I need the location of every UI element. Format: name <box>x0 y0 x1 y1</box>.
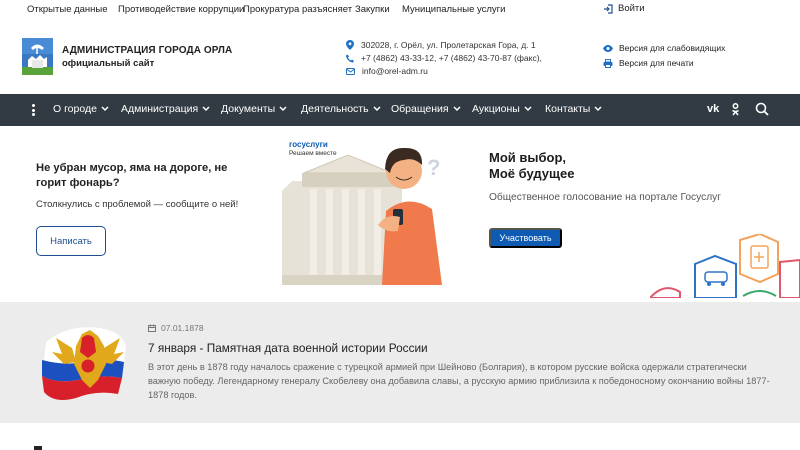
nav-item-documents[interactable]: Документы <box>221 103 287 115</box>
news-date-text: 07.01.1878 <box>161 323 204 333</box>
envelope-icon <box>346 67 355 75</box>
nav-label: О городе <box>53 103 97 115</box>
accessibility-link[interactable]: Версия для слабовидящих <box>603 43 725 53</box>
email-text[interactable]: info@orel-adm.ru <box>362 66 428 76</box>
nav-item-auctions[interactable]: Аукционы <box>472 103 532 115</box>
address-row: 302028, г. Орёл, ул. Пролетарская Гора, … <box>346 40 536 50</box>
nav-item-appeals[interactable]: Обращения <box>391 103 461 115</box>
city-coat-of-arms-logo[interactable] <box>22 38 53 75</box>
odnoklassniki-icon[interactable] <box>731 103 740 116</box>
link-purchases[interactable]: Закупки <box>355 4 390 15</box>
gosuslugi-illustration[interactable]: ? госуслуги Решаем вместе <box>282 133 454 285</box>
news-excerpt: В этот день в 1878 году началось сражени… <box>148 362 770 400</box>
nav-item-about-city[interactable]: О городе <box>53 103 109 115</box>
chevron-down-icon <box>373 106 381 112</box>
chevron-down-icon <box>279 106 287 112</box>
phone-icon <box>346 54 354 62</box>
accessibility-label: Версия для слабовидящих <box>619 43 726 53</box>
chevron-down-icon <box>101 106 109 112</box>
search-icon[interactable] <box>755 102 769 116</box>
print-label: Версия для печати <box>619 58 694 68</box>
chevron-down-icon <box>594 106 602 112</box>
vote-description: Общественное голосование на портале Госу… <box>489 192 721 203</box>
site-subtitle: официальный сайт <box>62 58 155 69</box>
promo-heading: Не убран мусор, яма на дороге, не горит … <box>36 162 228 189</box>
russian-coat-of-arms-image[interactable] <box>38 322 128 404</box>
promo-text: Столкнулись с проблемой — сообщите о ней… <box>36 199 239 210</box>
map-pin-icon <box>346 40 354 50</box>
nav-label: Документы <box>221 103 276 115</box>
phone-row: +7 (4862) 43-33-12, +7 (4862) 43-70-87 (… <box>346 53 542 63</box>
nav-label: Обращения <box>391 103 449 115</box>
vote-heading: Мой выбор, Моё будущее <box>489 150 574 182</box>
eye-icon <box>603 44 613 52</box>
email-row: info@orel-adm.ru <box>346 66 428 76</box>
chevron-down-icon <box>202 106 210 112</box>
gosuslugi-slogan: Решаем вместе <box>289 150 337 157</box>
top-utility-bar: Открытые данные Противодействие коррупци… <box>0 0 800 20</box>
print-link[interactable]: Версия для печати <box>603 58 694 68</box>
write-button[interactable]: Написать <box>36 226 106 256</box>
address-text: 302028, г. Орёл, ул. Пролетарская Гора, … <box>361 40 536 50</box>
login-link[interactable]: Войти <box>603 3 645 14</box>
nav-label: Аукционы <box>472 103 520 115</box>
gosuslugi-brand: госуслуги <box>289 140 328 149</box>
vk-icon[interactable]: vk <box>707 103 719 115</box>
login-icon <box>604 3 613 14</box>
chevron-down-icon <box>453 106 461 112</box>
nav-item-administration[interactable]: Администрация <box>121 103 210 115</box>
gosuslugi-logo: госуслуги <box>289 140 328 149</box>
nav-item-activity[interactable]: Деятельность <box>301 103 381 115</box>
link-municipal-services[interactable]: Муниципальные услуги <box>402 4 505 15</box>
calendar-icon <box>148 324 156 332</box>
vote-heading-line1: Мой выбор, <box>489 150 566 165</box>
participate-button[interactable]: Участвовать <box>489 228 562 248</box>
chevron-down-icon <box>524 106 532 112</box>
link-anti-corruption[interactable]: Противодействие коррупции <box>118 4 244 15</box>
nav-label: Контакты <box>545 103 591 115</box>
next-section-heading-fragment <box>34 446 42 450</box>
printer-icon <box>603 58 613 68</box>
nav-label: Деятельность <box>301 103 369 115</box>
svg-text:?: ? <box>427 155 440 180</box>
main-navigation: О городе Администрация Документы Деятель… <box>0 94 800 126</box>
link-prosecutor[interactable]: Прокуратура разъясняет <box>243 4 352 15</box>
login-label: Войти <box>618 3 645 14</box>
news-date: 07.01.1878 <box>148 323 204 333</box>
hexagon-icons-decoration <box>650 234 800 298</box>
link-open-data[interactable]: Открытые данные <box>27 4 108 15</box>
news-title[interactable]: 7 января - Памятная дата военной истории… <box>148 341 428 355</box>
phone-text[interactable]: +7 (4862) 43-33-12, +7 (4862) 43-70-87 (… <box>361 53 542 63</box>
more-menu-icon[interactable] <box>30 104 36 116</box>
nav-item-contacts[interactable]: Контакты <box>545 103 602 115</box>
site-title: АДМИНИСТРАЦИЯ ГОРОДА ОРЛА <box>62 45 233 56</box>
vote-heading-line2: Моё будущее <box>489 166 575 181</box>
nav-label: Администрация <box>121 103 199 115</box>
